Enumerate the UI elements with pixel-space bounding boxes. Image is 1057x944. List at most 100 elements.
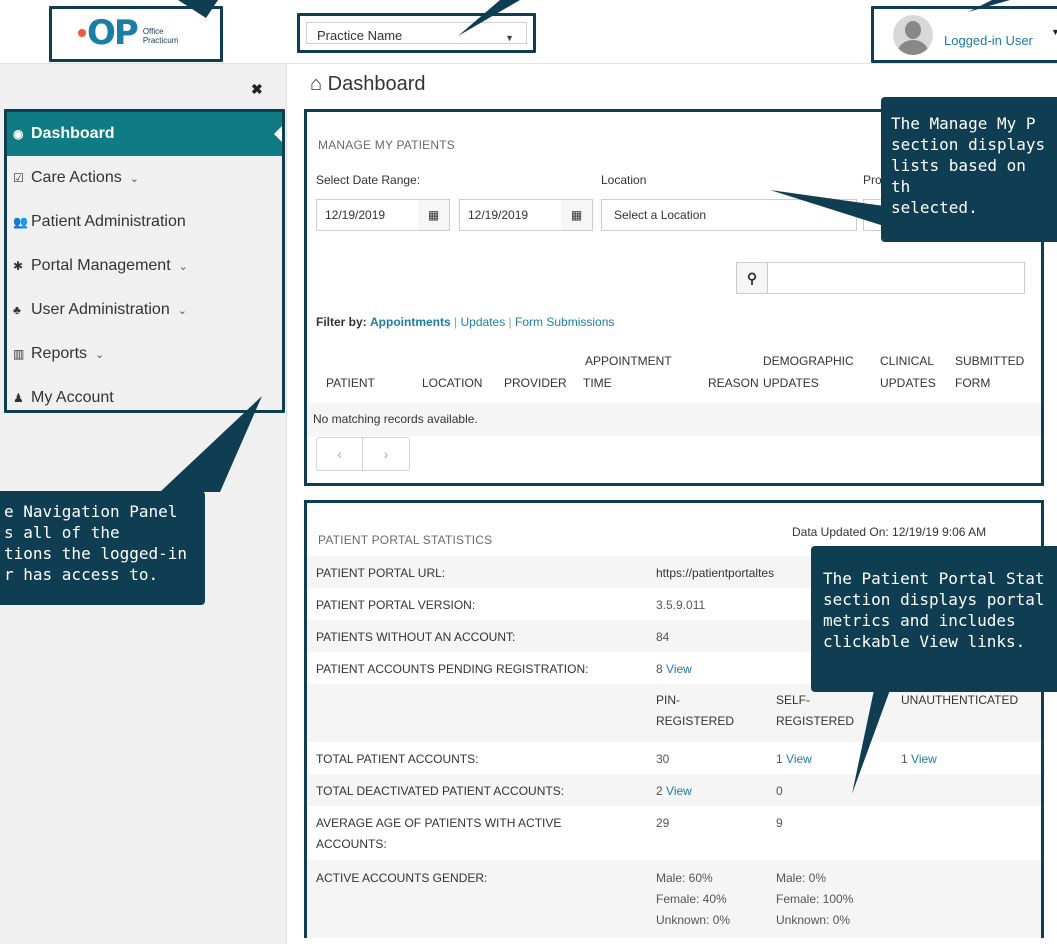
col-unauthenticated: UNAUTHENTICATED (901, 693, 1019, 707)
col-reason[interactable]: REASON (708, 376, 759, 390)
sidebar-item-portal-management[interactable]: ✱ Portal Management ⌄ (7, 244, 282, 288)
filter-forms-link[interactable]: Form Submissions (515, 315, 614, 329)
nav-panel: ◉ Dashboard ☑ Care Actions ⌄ 👥 Patient A… (4, 109, 285, 413)
pending-label: PATIENT ACCOUNTS PENDING REGISTRATION: (316, 662, 589, 676)
manage-callout-line: The Manage My P (891, 114, 1036, 133)
portal-version-label: PATIENT PORTAL VERSION: (316, 598, 476, 612)
search-icon[interactable]: ⚲ (736, 262, 768, 294)
portal-url-label: PATIENT PORTAL URL: (316, 566, 446, 580)
col-clinical[interactable]: CLINICAL (880, 354, 934, 368)
gender-pin-male: Male: 60% (656, 871, 713, 885)
chevron-down-icon: ⌄ (95, 348, 105, 361)
nav-callout-line: tions the logged-in (4, 544, 188, 563)
filter-bar: Filter by: Appointments | Updates | Form… (316, 315, 614, 329)
pager: ‹ › (316, 437, 410, 471)
col-submitted[interactable]: SUBMITTED (955, 354, 1024, 368)
bar-chart-icon: ▥ (13, 347, 25, 361)
col-pin: PIN- (656, 693, 680, 707)
deactivated-label: TOTAL DEACTIVATED PATIENT ACCOUNTS: (316, 784, 565, 798)
col-location[interactable]: LOCATION (422, 376, 482, 390)
filter-label: Filter by: (316, 315, 367, 329)
data-updated: Data Updated On: 12/19/19 9:06 AM (792, 525, 987, 539)
filter-updates-link[interactable]: Updates (461, 315, 506, 329)
gender-pin-unknown: Unknown: 0% (656, 913, 731, 927)
sidebar-item-patient-administration[interactable]: 👥 Patient Administration (7, 200, 282, 244)
total-self-count: 1 (776, 752, 783, 766)
col-demographic-updates: UPDATES (763, 376, 819, 390)
gender-pin-female: Female: 40% (656, 892, 727, 906)
col-provider[interactable]: PROVIDER (504, 376, 567, 390)
total-unauth-value: 1 View (901, 752, 937, 766)
col-patient[interactable]: PATIENT (326, 376, 375, 390)
nav-callout-line: r has access to. (4, 565, 159, 584)
nav-callout-line: e Navigation Panel (4, 502, 178, 521)
close-icon[interactable]: ✖ (251, 81, 263, 98)
calendar-icon[interactable]: ▦ (418, 199, 450, 231)
sidebar-item-label: Dashboard (31, 125, 115, 142)
manage-title: MANAGE MY PATIENTS (318, 138, 455, 152)
gender-label: ACTIVE ACCOUNTS GENDER: (316, 871, 488, 885)
total-unauth-count: 1 (901, 752, 908, 766)
deactivated-view-link[interactable]: View (666, 784, 692, 798)
col-self: SELF- (776, 693, 811, 707)
page-title-text: Dashboard (327, 73, 426, 95)
filter-separator: | (508, 315, 512, 329)
location-label: Location (601, 173, 647, 187)
deactivated-self-value: 0 (776, 784, 783, 798)
total-accounts-label: TOTAL PATIENT ACCOUNTS: (316, 752, 479, 766)
date-from-value: 12/19/2019 (325, 208, 386, 222)
sidebar-item-reports[interactable]: ▥ Reports ⌄ (7, 332, 282, 376)
date-from-input[interactable]: 12/19/2019 (316, 199, 419, 231)
search-input[interactable] (767, 262, 1025, 294)
check-square-icon: ☑ (13, 171, 24, 185)
col-appointment[interactable]: APPOINTMENT (585, 354, 672, 368)
gender-self-unknown: Unknown: 0% (776, 913, 851, 927)
portal-version-value: 3.5.9.011 (656, 598, 706, 612)
pending-view-link[interactable]: View (666, 662, 692, 676)
col-demographic[interactable]: DEMOGRAPHIC (763, 354, 854, 368)
sidebar-item-label: User Administration (31, 301, 170, 318)
portal-url-link[interactable]: https://patientportaltes (656, 566, 774, 580)
manage-callout: The Manage My P section displays lists b… (881, 97, 1057, 242)
empty-row: No matching records available. (307, 403, 1041, 436)
col-clinical-updates: UPDATES (880, 376, 936, 390)
pager-prev-button[interactable]: ‹ (317, 438, 364, 470)
nav-callout: e Navigation Panel s all of the tions th… (0, 491, 205, 605)
portal-callout-pointer (852, 690, 890, 794)
sidebar-item-dashboard[interactable]: ◉ Dashboard (7, 112, 282, 156)
page-title: ⌂ Dashboard (310, 73, 426, 96)
pending-value: 8 View (656, 662, 692, 676)
col-appointment-time: TIME (583, 376, 612, 390)
gender-self-female: Female: 100% (776, 892, 854, 906)
portal-callout-line: section displays portal (823, 590, 1045, 609)
sidebar-item-care-actions[interactable]: ☑ Care Actions ⌄ (7, 156, 282, 200)
avg-age-pin-value: 29 (656, 816, 670, 830)
sidebar-item-user-administration[interactable]: ♣ User Administration ⌄ (7, 288, 282, 332)
portal-callout-line: metrics and includes (823, 611, 1016, 630)
total-self-view-link[interactable]: View (786, 752, 812, 766)
filter-appointments-link[interactable]: Appointments (370, 315, 451, 329)
home-icon: ⌂ (310, 73, 323, 95)
sidebar-item-label: Patient Administration (31, 213, 186, 230)
deactivated-pin-value: 2 View (656, 784, 692, 798)
pending-count: 8 (656, 662, 663, 676)
avg-age-label-2: ACCOUNTS: (316, 837, 387, 851)
col-pin-registered: REGISTERED (656, 714, 735, 728)
total-pin-value: 30 (656, 752, 670, 766)
portal-callout: The Patient Portal Stat section displays… (811, 546, 1057, 692)
date-to-value: 12/19/2019 (468, 208, 529, 222)
date-to-input[interactable]: 12/19/2019 (459, 199, 562, 231)
chevron-down-icon: ⌄ (177, 304, 187, 317)
empty-message: No matching records available. (313, 412, 478, 426)
filter-separator: | (454, 315, 458, 329)
calendar-icon[interactable]: ▦ (561, 199, 593, 231)
total-unauth-view-link[interactable]: View (911, 752, 937, 766)
portal-title: PATIENT PORTAL STATISTICS (318, 533, 493, 547)
chevron-down-icon: ⌄ (178, 260, 188, 273)
pager-next-button[interactable]: › (363, 438, 409, 470)
no-account-label: PATIENTS WITHOUT AN ACCOUNT: (316, 630, 516, 644)
col-submitted-form: FORM (955, 376, 991, 390)
portal-callout-line: clickable View links. (823, 632, 1026, 651)
date-range-label: Select Date Range: (316, 173, 421, 187)
users-icon: 👥 (13, 215, 28, 229)
